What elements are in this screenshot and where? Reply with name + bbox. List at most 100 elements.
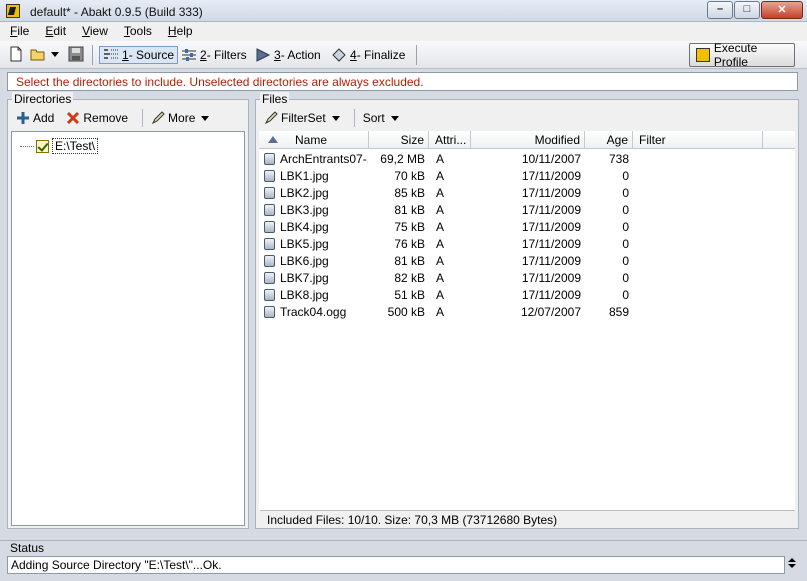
file-attributes: A [436, 152, 445, 166]
menu-view[interactable]: View [72, 22, 114, 41]
files-toolbar: FilterSet Sort [264, 106, 405, 130]
file-row[interactable]: LBK5.jpg 76 kB A 17/11/2009 0 [259, 236, 795, 253]
file-row[interactable]: LBK7.jpg 82 kB A 17/11/2009 0 [259, 270, 795, 287]
file-attributes: A [436, 254, 445, 268]
file-size: 82 kB [394, 271, 425, 285]
sort-label: Sort [362, 111, 385, 125]
new-file-icon[interactable] [8, 46, 24, 62]
status-divider [0, 540, 807, 541]
files-panel: Files FilterSet Sort Name Size Attri... … [255, 92, 799, 529]
column-name-label: Name [295, 133, 328, 147]
column-modified[interactable]: Modified [471, 131, 585, 149]
file-size: 500 kB [387, 305, 425, 319]
file-age: 0 [622, 169, 629, 183]
menu-tools[interactable]: Tools [114, 22, 158, 41]
file-age: 0 [622, 288, 629, 302]
file-size: 81 kB [394, 254, 425, 268]
file-modified: 17/11/2009 [521, 288, 581, 302]
scroll-up-icon[interactable] [788, 558, 796, 562]
file-name: LBK3.jpg [280, 203, 329, 217]
save-icon[interactable] [68, 46, 84, 62]
file-size: 69,2 MB [380, 152, 425, 166]
file-age: 0 [622, 203, 629, 217]
directories-title: Directories [12, 92, 74, 106]
file-row[interactable]: LBK8.jpg 51 kB A 17/11/2009 0 [259, 287, 795, 304]
close-icon: ✕ [777, 4, 787, 16]
step-source-button[interactable]: 1 - Source [99, 46, 179, 64]
menu-file[interactable]: File [0, 22, 35, 41]
step-finalize-button[interactable]: 4 - Finalize [331, 46, 405, 64]
window-controls: – □ ✕ [706, 1, 803, 19]
file-age: 0 [622, 186, 629, 200]
open-folder-icon[interactable] [30, 46, 46, 62]
status-log: Adding Source Directory "E:\Test\"...Ok. [7, 556, 785, 574]
directory-tree: E:\Test\ [11, 131, 245, 526]
file-icon [264, 187, 275, 199]
status-title: Status [10, 541, 45, 555]
minimize-button[interactable]: – [707, 1, 733, 19]
column-modified-label: Modified [534, 133, 580, 147]
directory-checkbox[interactable] [36, 139, 49, 153]
open-dropdown-icon[interactable] [50, 46, 60, 62]
column-age[interactable]: Age [585, 131, 633, 149]
window-title: default* - Abakt 0.9.5 (Build 333) [30, 5, 203, 19]
file-row[interactable]: LBK3.jpg 81 kB A 17/11/2009 0 [259, 202, 795, 219]
more-button[interactable]: More [151, 111, 210, 125]
add-directory-button[interactable]: Add [16, 111, 54, 125]
toolbar-separator [416, 45, 417, 65]
column-name[interactable]: Name [259, 131, 369, 149]
file-modified: 10/11/2007 [521, 152, 581, 166]
pencil-icon [264, 111, 278, 125]
sort-button[interactable]: Sort [363, 111, 399, 125]
directories-toolbar-separator [142, 109, 144, 127]
remove-label: Remove [83, 111, 129, 125]
file-name: LBK2.jpg [280, 186, 329, 200]
filters-icon [182, 49, 196, 61]
status-scrollbar[interactable] [786, 556, 798, 574]
step-finalize-num: 4 [350, 48, 357, 62]
file-icon [264, 221, 275, 233]
column-size-label: Size [400, 133, 424, 147]
file-size: 51 kB [394, 288, 425, 302]
execute-profile-button[interactable]: Execute Profile [689, 41, 795, 69]
close-button[interactable]: ✕ [761, 1, 803, 19]
scroll-down-icon[interactable] [788, 564, 796, 568]
step-filters-button[interactable]: 2 - Filters [181, 46, 247, 64]
file-attributes: A [436, 220, 445, 234]
app-icon [6, 4, 20, 18]
file-row[interactable]: LBK6.jpg 81 kB A 17/11/2009 0 [259, 253, 795, 270]
column-attributes[interactable]: Attri... [429, 131, 471, 149]
add-icon [17, 112, 29, 124]
file-attributes: A [436, 237, 445, 251]
menu-edit[interactable]: Edit [35, 22, 72, 41]
file-list-header: Name Size Attri... Modified Age Filter [259, 131, 795, 149]
file-name: LBK4.jpg [280, 220, 329, 234]
files-summary: Included Files: 10/10. Size: 70,3 MB (73… [260, 510, 795, 528]
file-row[interactable]: ArchEntrants07-... 69,2 MB A 10/11/2007 738 [259, 151, 795, 168]
step-action-num: 3 [274, 48, 281, 62]
tree-item-directory[interactable]: E:\Test\ [20, 138, 99, 154]
file-row[interactable]: LBK2.jpg 85 kB A 17/11/2009 0 [259, 185, 795, 202]
file-size: 85 kB [394, 186, 425, 200]
remove-directory-button[interactable]: Remove [66, 111, 128, 125]
file-row[interactable]: LBK1.jpg 70 kB A 17/11/2009 0 [259, 168, 795, 185]
file-icon [264, 255, 275, 267]
filterset-button[interactable]: FilterSet [264, 111, 340, 125]
maximize-icon: □ [743, 3, 751, 15]
step-action-button[interactable]: 3 - Action [255, 46, 321, 64]
file-size: 76 kB [394, 237, 425, 251]
minimize-icon: – [716, 3, 724, 15]
file-age: 738 [608, 152, 629, 166]
column-age-label: Age [606, 133, 628, 147]
directories-toolbar: Add Remove More [16, 106, 215, 130]
tree-connector [20, 145, 34, 147]
menu-help[interactable]: Help [158, 22, 199, 41]
file-row[interactable]: LBK4.jpg 75 kB A 17/11/2009 0 [259, 219, 795, 236]
column-size[interactable]: Size [369, 131, 429, 149]
file-row[interactable]: Track04.ogg 500 kB A 12/07/2007 859 [259, 304, 795, 321]
column-filter[interactable]: Filter [633, 131, 763, 149]
file-modified: 17/11/2009 [521, 254, 581, 268]
maximize-button[interactable]: □ [734, 1, 760, 19]
file-icon [264, 289, 275, 301]
directory-label[interactable]: E:\Test\ [52, 138, 99, 154]
